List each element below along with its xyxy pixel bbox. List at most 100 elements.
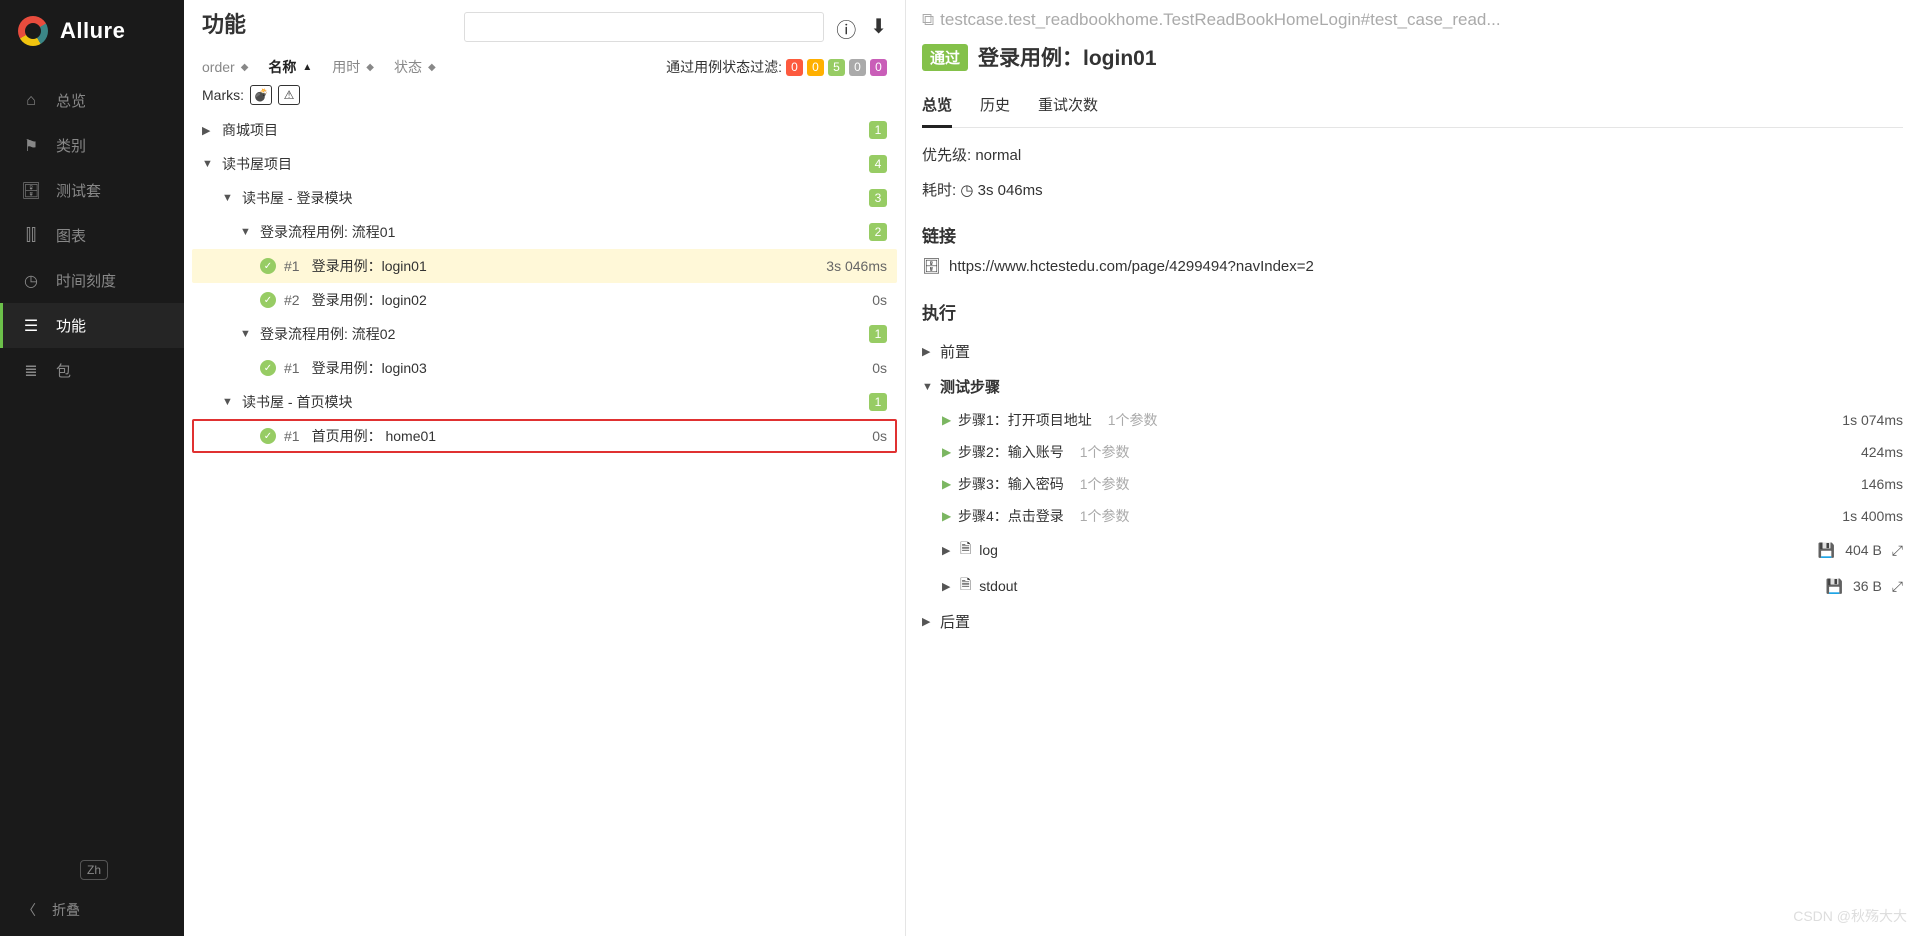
save-icon[interactable]: 💾	[1818, 542, 1835, 559]
feature-row[interactable]: ▶商城项目1	[192, 113, 897, 147]
execution-heading: 执行	[922, 299, 1903, 324]
sidebar-item-categories[interactable]: ⚑ 类别	[0, 123, 184, 168]
testcase-row[interactable]: ✓#2登录用例：login020s	[192, 283, 897, 317]
priority-row: 优先级: normal	[922, 144, 1903, 165]
chevron-right-icon: ▶	[942, 509, 952, 523]
breadcrumb: ⧉ testcase.test_readbookhome.TestReadBoo…	[922, 10, 1903, 30]
count-badge: 2	[869, 223, 887, 241]
testcase-row[interactable]: ✓#1首页用例： home010s	[192, 419, 897, 453]
chevron-down-icon: ▼	[202, 158, 214, 170]
filter-skipped[interactable]: 0	[849, 59, 866, 76]
brand[interactable]: Allure	[0, 0, 184, 62]
story-row[interactable]: ▼读书屋 - 首页模块1	[192, 385, 897, 419]
sort-order[interactable]: order◆	[202, 59, 248, 75]
after-section[interactable]: ▶后置	[922, 604, 1903, 639]
search-input[interactable]	[464, 12, 824, 42]
count-badge: 1	[869, 121, 887, 139]
steps-section[interactable]: ▼测试步骤	[922, 369, 1903, 404]
tab-retries[interactable]: 重试次数	[1038, 88, 1098, 127]
status-passed-icon: ✓	[260, 292, 276, 308]
expand-icon[interactable]: ⤢	[1892, 542, 1903, 559]
sidebar-item-behaviors[interactable]: ☰功能	[0, 303, 184, 348]
status-passed-icon: ✓	[260, 360, 276, 376]
sort-bar: order◆ 名称▲ 用时◆ 状态◆ 通过用例状态过滤: 0 0 5 0 0	[184, 43, 905, 83]
count-badge: 3	[869, 189, 887, 207]
attachment-row[interactable]: ▶🗎stdout💾36 B⤢	[922, 568, 1903, 604]
flag-icon: ⚑	[22, 136, 40, 156]
sidebar-item-timeline[interactable]: ◷ 时间刻度	[0, 258, 184, 303]
brand-name: Allure	[60, 18, 125, 44]
step-item[interactable]: ▶步骤1：打开项目地址 1个参数1s 074ms	[922, 404, 1903, 436]
language-toggle[interactable]: Zh	[80, 860, 108, 880]
sidebar-item-label: 时间刻度	[56, 270, 116, 291]
count-badge: 4	[869, 155, 887, 173]
sort-name[interactable]: 名称▲	[268, 57, 312, 77]
sidebar-item-overview[interactable]: ⌂总览	[0, 78, 184, 123]
tree-header: 功能 ⓘ ⬇	[184, 0, 905, 43]
allure-logo-icon	[18, 16, 48, 46]
tab-overview[interactable]: 总览	[922, 88, 952, 128]
marks-label: Marks:	[202, 87, 244, 103]
collapse-label: 折叠	[52, 900, 80, 920]
sidebar-item-label: 总览	[56, 90, 86, 111]
count-badge: 1	[869, 325, 887, 343]
filter-failed[interactable]: 0	[786, 59, 803, 76]
filter-passed[interactable]: 5	[828, 59, 845, 76]
chevron-right-icon: ▶	[922, 345, 934, 358]
chevron-right-icon: ▶	[942, 413, 952, 427]
chevron-right-icon: ▶	[942, 445, 952, 459]
file-icon: 🗎	[960, 574, 971, 598]
tc-tabs: 总览 历史 重试次数	[922, 88, 1903, 128]
chevron-down-icon: ▼	[240, 328, 252, 340]
testcase-row[interactable]: ✓#1登录用例：login013s 046ms	[192, 249, 897, 283]
filter-unknown[interactable]: 0	[870, 59, 887, 76]
links-heading: 链接	[922, 222, 1903, 247]
testcase-row[interactable]: ✓#1登录用例：login030s	[192, 351, 897, 385]
page-title: 功能	[202, 12, 248, 38]
sidebar-item-label: 图表	[56, 225, 86, 246]
filter-broken[interactable]: 0	[807, 59, 824, 76]
sidebar-item-label: 测试套	[56, 180, 101, 201]
sidebar-item-graphs[interactable]: ⫿⫿图表	[0, 213, 184, 258]
testcase-panel: ⧉ testcase.test_readbookhome.TestReadBoo…	[906, 0, 1919, 936]
clock-icon: ◷	[22, 271, 40, 291]
test-tree: ▶商城项目1 ▼读书屋项目4 ▼读书屋 - 登录模块3 ▼登录流程用例: 流程0…	[184, 113, 905, 936]
sidebar-item-suites[interactable]: 🗄 测试套	[0, 168, 184, 213]
story-row[interactable]: ▼读书屋 - 登录模块3	[192, 181, 897, 215]
expand-icon[interactable]: ⤢	[1892, 578, 1903, 595]
testcase-title: 登录用例：login01	[978, 42, 1157, 72]
sidebar-item-label: 功能	[56, 315, 86, 336]
sort-caret-icon: ◆	[241, 62, 249, 73]
chevron-right-icon: ▶	[942, 477, 952, 491]
sort-status[interactable]: 状态◆	[394, 57, 436, 77]
step-item[interactable]: ▶步骤3：输入密码 1个参数146ms	[922, 468, 1903, 500]
briefcase-icon: 🗄	[22, 181, 40, 201]
step-item[interactable]: ▶步骤2：输入账号 1个参数424ms	[922, 436, 1903, 468]
story-row[interactable]: ▼登录流程用例: 流程021	[192, 317, 897, 351]
info-icon[interactable]: ⓘ	[836, 14, 856, 43]
copy-icon[interactable]: ⧉	[922, 10, 934, 30]
before-section[interactable]: ▶前置	[922, 334, 1903, 369]
download-icon[interactable]: ⬇	[870, 14, 887, 43]
testcase-title-row: 通过 登录用例：login01	[922, 42, 1903, 72]
collapse-button[interactable]: 〈 折叠	[22, 900, 162, 920]
chevron-down-icon: ▼	[222, 192, 234, 204]
link-item[interactable]: 🗄https://www.hctestedu.com/page/4299494?…	[922, 257, 1903, 275]
chevron-right-icon: ▶	[922, 615, 934, 628]
sort-duration[interactable]: 用时◆	[332, 57, 374, 77]
sidebar-item-label: 类别	[56, 135, 86, 156]
story-row[interactable]: ▼登录流程用例: 流程012	[192, 215, 897, 249]
feature-row[interactable]: ▼读书屋项目4	[192, 147, 897, 181]
chevron-left-icon: 〈	[22, 900, 36, 920]
attachment-row[interactable]: ▶🗎log💾404 B⤢	[922, 532, 1903, 568]
mark-flaky[interactable]: 💣	[250, 85, 272, 105]
sidebar-item-packages[interactable]: ≣包	[0, 348, 184, 393]
chevron-right-icon: ▶	[942, 544, 952, 557]
sidebar: Allure ⌂总览 ⚑ 类别 🗄 测试套 ⫿⫿图表 ◷ 时间刻度 ☰功能 ≣包 Zh…	[0, 0, 184, 936]
mark-new[interactable]: ⚠	[278, 85, 300, 105]
tab-history[interactable]: 历史	[980, 88, 1010, 127]
step-item[interactable]: ▶步骤4：点击登录 1个参数1s 400ms	[922, 500, 1903, 532]
duration-row: 耗时: ◷ 3s 046ms	[922, 179, 1903, 200]
save-icon[interactable]: 💾	[1826, 578, 1843, 595]
chevron-down-icon: ▼	[222, 396, 234, 408]
